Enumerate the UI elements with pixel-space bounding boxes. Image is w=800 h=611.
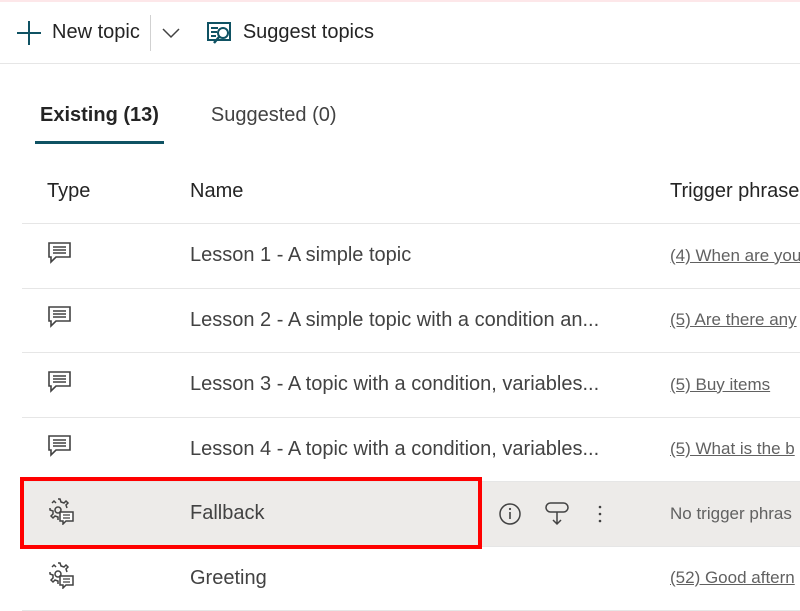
topic-name-link[interactable]: Lesson 4 - A topic with a condition, var… xyxy=(190,438,599,461)
topic-tabs: Existing (13) Suggested (0) xyxy=(35,100,342,144)
tab-existing[interactable]: Existing (13) xyxy=(35,100,164,144)
trigger-phrases-link[interactable]: (5) Are there any xyxy=(670,310,797,329)
column-type[interactable]: Type xyxy=(47,180,90,203)
topic-name-link[interactable]: Greeting xyxy=(190,567,267,590)
divider xyxy=(150,15,151,51)
new-topic-dropdown[interactable] xyxy=(161,27,181,39)
topic-name-link[interactable]: Fallback xyxy=(190,502,264,525)
table-row[interactable]: Lesson 2 - A simple topic with a conditi… xyxy=(22,289,800,354)
suggest-topics-label: Suggest topics xyxy=(243,21,374,44)
trigger-phrases-link[interactable]: (5) What is the b xyxy=(670,439,795,458)
trigger-phrases[interactable]: (5) Buy items xyxy=(670,375,770,395)
topic-name-link[interactable]: Lesson 3 - A topic with a condition, var… xyxy=(190,373,599,396)
trigger-phrases-link[interactable]: (4) When are you xyxy=(670,246,800,265)
chevron-down-icon xyxy=(161,27,181,39)
column-name[interactable]: Name xyxy=(190,180,243,203)
topic-name-link[interactable]: Lesson 2 - A simple topic with a conditi… xyxy=(190,309,599,332)
chat-icon xyxy=(47,369,73,401)
suggest-topics-button[interactable]: Suggest topics xyxy=(207,20,374,46)
trigger-phrases[interactable]: (5) What is the b xyxy=(670,439,795,459)
no-trigger-text: No trigger phras xyxy=(670,504,792,523)
plus-icon xyxy=(16,20,42,46)
command-bar: New topic Suggest topics xyxy=(0,2,800,64)
column-trigger[interactable]: Trigger phrase xyxy=(670,180,799,203)
table-row[interactable]: Greeting (52) Good aftern xyxy=(22,547,800,611)
table-row[interactable]: Fallback No trigger phras xyxy=(22,482,800,547)
tab-suggested[interactable]: Suggested (0) xyxy=(206,100,342,144)
chat-icon xyxy=(47,304,73,336)
trigger-phrases[interactable]: (52) Good aftern xyxy=(670,568,795,588)
trigger-phrases: No trigger phras xyxy=(670,504,792,524)
system-gear-chat-icon xyxy=(47,497,75,531)
new-topic-button[interactable]: New topic xyxy=(16,20,140,46)
redirect-icon[interactable] xyxy=(544,501,570,527)
topic-name-link[interactable]: Lesson 1 - A simple topic xyxy=(190,244,411,267)
trigger-phrases-link[interactable]: (5) Buy items xyxy=(670,375,770,394)
suggest-topics-icon xyxy=(207,20,233,46)
info-icon[interactable] xyxy=(498,502,522,526)
topics-table: Type Name Trigger phrase Lesson 1 - A si… xyxy=(22,160,800,611)
trigger-phrases[interactable]: (5) Are there any xyxy=(670,310,797,330)
trigger-phrases-link[interactable]: (52) Good aftern xyxy=(670,568,795,587)
trigger-phrases[interactable]: (4) When are you xyxy=(670,246,800,266)
table-row[interactable]: Lesson 4 - A topic with a condition, var… xyxy=(22,418,800,483)
table-header: Type Name Trigger phrase xyxy=(22,160,800,224)
table-row[interactable]: Lesson 1 - A simple topic (4) When are y… xyxy=(22,224,800,289)
more-options-icon[interactable] xyxy=(592,502,608,526)
chat-icon xyxy=(47,433,73,465)
table-row[interactable]: Lesson 3 - A topic with a condition, var… xyxy=(22,353,800,418)
new-topic-label: New topic xyxy=(52,21,140,44)
system-gear-chat-icon xyxy=(47,561,75,595)
row-actions xyxy=(498,501,608,527)
chat-icon xyxy=(47,240,73,272)
